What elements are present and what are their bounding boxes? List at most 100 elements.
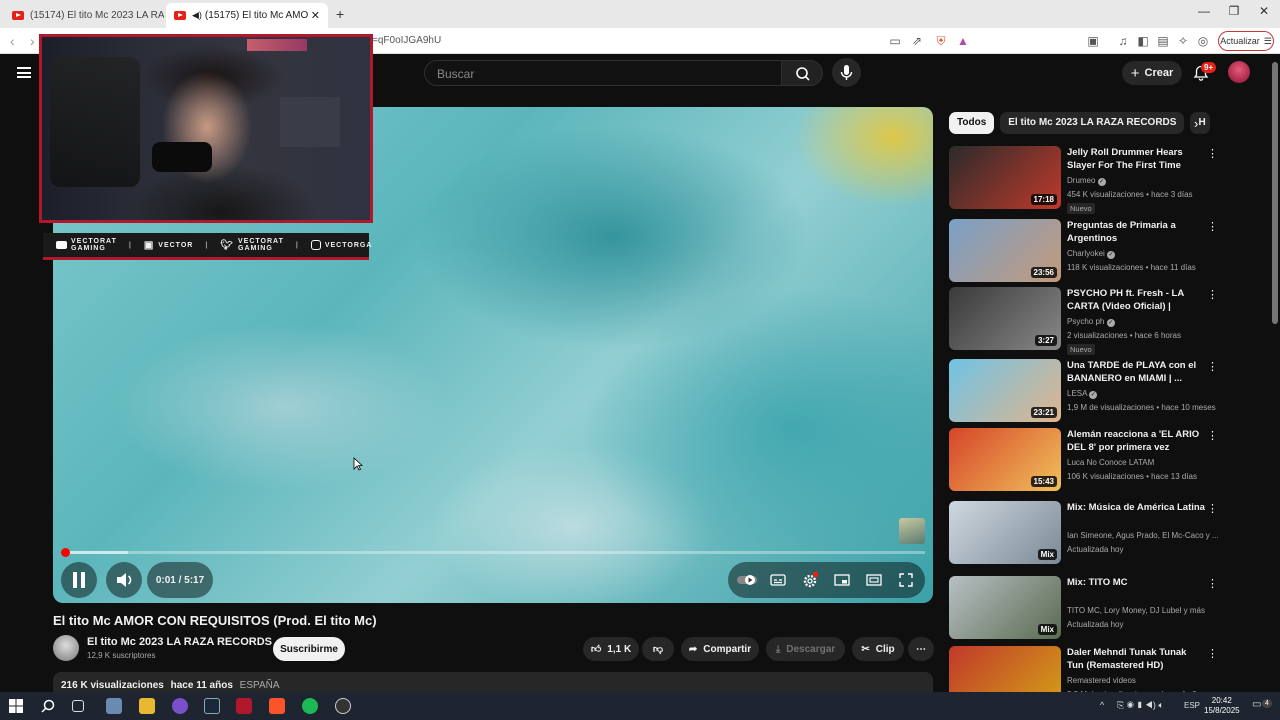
subtitles-icon[interactable] [770, 572, 786, 588]
brave-browser-icon[interactable] [269, 698, 285, 714]
recommendation-item[interactable]: 17:18 Jelly Roll Drummer Hears Slayer For… [949, 146, 1219, 214]
file-explorer-icon[interactable] [139, 698, 155, 714]
download-button[interactable]: ⤓ Descargar [766, 637, 845, 661]
search-input[interactable]: Buscar [424, 60, 782, 86]
more-vertical-icon[interactable]: ⋮ [1207, 361, 1218, 375]
recommendation-title[interactable]: Una TARDE de PLAYA con el BANANERO en MI… [1067, 359, 1205, 385]
account-avatar[interactable] [1228, 61, 1250, 83]
recommendation-item[interactable]: 23:21 Una TARDE de PLAYA con el BANANERO … [949, 359, 1219, 425]
dislike-button[interactable]: 👎︎ [642, 637, 674, 661]
recommendation-channel[interactable]: Ian Simeone, Agus Prado, El Mc-Caco y ..… [1067, 531, 1219, 540]
search-button[interactable] [781, 60, 823, 86]
recommendation-title[interactable]: Daler Mehndi Tunak Tunak Tun (Remastered… [1067, 646, 1205, 672]
new-tab-button[interactable]: + [336, 6, 344, 22]
video-thumbnail[interactable]: 23:21 [949, 359, 1061, 422]
more-vertical-icon[interactable]: ⋮ [1207, 578, 1218, 592]
vpn-icon[interactable]: ◎ [1196, 34, 1210, 48]
brave-rewards-icon[interactable]: ▲ [956, 34, 970, 48]
more-vertical-icon[interactable]: ⋮ [1207, 430, 1218, 444]
miniplayer-icon[interactable] [834, 572, 850, 588]
page-scrollbar[interactable] [1270, 54, 1280, 692]
minimize-button[interactable]: — [1188, 4, 1220, 18]
tray-app-icons[interactable]: ⎘ ◉ ▮ ◀) 🔈︎ [1117, 700, 1164, 711]
app-icon-red[interactable] [236, 698, 252, 714]
browser-tab[interactable]: (15174) El tito Mc 2023 LA RAZA RECORDS [4, 3, 164, 28]
tray-chevron-icon[interactable]: ^ [1100, 700, 1104, 710]
more-vertical-icon[interactable]: ⋮ [1207, 648, 1218, 662]
volume-button[interactable] [106, 562, 142, 598]
media-icon[interactable]: ♫ [1116, 34, 1130, 48]
create-button[interactable]: + Crear [1122, 61, 1182, 85]
channel-watermark[interactable] [899, 518, 925, 544]
recommendation-title[interactable]: PSYCHO PH ft. Fresh - LA CARTA (Video Of… [1067, 287, 1205, 314]
autoplay-toggle-icon[interactable] [736, 572, 758, 588]
recommendation-channel[interactable]: Remastered videos [1067, 676, 1136, 685]
pause-button[interactable] [61, 562, 97, 598]
share-page-icon[interactable]: ⇗ [910, 34, 924, 48]
video-thumbnail[interactable]: 15:43 [949, 428, 1061, 491]
back-icon[interactable]: ‹ [10, 33, 15, 49]
recommendation-item[interactable]: 3:27 PSYCHO PH ft. Fresh - LA CARTA (Vide… [949, 287, 1219, 355]
app-icon-desktop[interactable] [106, 698, 122, 714]
progress-bar[interactable] [65, 551, 925, 554]
share-button[interactable]: ➦ Compartir [681, 637, 759, 661]
voice-search-button[interactable] [832, 58, 861, 87]
forward-icon[interactable]: › [30, 33, 35, 49]
browser-tab-active[interactable]: ◀) (15175) El tito Mc AMOR CON REQUISITO… [166, 3, 328, 28]
more-vertical-icon[interactable]: ⋮ [1207, 221, 1218, 235]
steam-icon[interactable] [204, 698, 220, 714]
video-thumbnail[interactable]: 17:18 [949, 146, 1061, 209]
spotify-icon[interactable] [302, 698, 318, 714]
video-thumbnail[interactable]: 23:56 [949, 219, 1061, 282]
progress-scrubber[interactable] [61, 548, 70, 557]
input-language[interactable]: ESP [1184, 701, 1200, 710]
subscribe-button[interactable]: Suscribirme [273, 637, 345, 661]
more-vertical-icon[interactable]: ⋮ [1207, 289, 1218, 303]
system-clock[interactable]: 20:42 15/8/2025 [1204, 696, 1240, 716]
recommendation-channel[interactable]: Charlyokei ✓ [1067, 249, 1116, 259]
cast-icon[interactable]: ▭ [888, 34, 902, 48]
more-vertical-icon[interactable]: ⋮ [1207, 148, 1218, 162]
chevron-right-icon[interactable]: › [1194, 116, 1198, 131]
fullscreen-icon[interactable] [898, 572, 914, 588]
recommendation-channel[interactable]: LESA ✓ [1067, 389, 1098, 399]
theater-mode-icon[interactable] [866, 572, 882, 588]
brave-shield-icon[interactable]: ⛨ [934, 34, 948, 48]
guide-menu-icon[interactable] [17, 67, 31, 78]
recommendation-title[interactable]: Alemán reacciona a 'EL ARIO DEL 8' por p… [1067, 428, 1205, 454]
close-tab-icon[interactable]: ✕ [311, 9, 320, 22]
chip-all[interactable]: Todos [949, 112, 995, 134]
channel-avatar[interactable] [53, 635, 79, 661]
obs-icon[interactable] [335, 698, 351, 714]
recommendation-item[interactable]: Mix Mix: Música de América Latina Ian Sime… [949, 501, 1219, 567]
location-tag[interactable]: ESPAÑA [240, 680, 280, 691]
task-view-icon[interactable] [72, 700, 84, 712]
scrollbar-thumb[interactable] [1272, 62, 1278, 324]
like-button[interactable]: 👍︎ 1,1 K [583, 637, 639, 661]
recommendation-title[interactable]: Mix: TITO MC [1067, 576, 1205, 589]
recommendation-item[interactable]: 23:56 Preguntas de Primaria a Argentinos C… [949, 219, 1219, 285]
wallet-icon[interactable]: ▤ [1156, 34, 1170, 48]
notification-center-icon[interactable]: ▭ [1252, 699, 1261, 710]
recommendation-title[interactable]: Preguntas de Primaria a Argentinos [1067, 219, 1205, 245]
recommendation-title[interactable]: Mix: Música de América Latina [1067, 501, 1205, 514]
recommendation-channel[interactable]: Luca No Conoce LATAM [1067, 458, 1154, 467]
recommendation-item[interactable]: 15:43 Alemán reacciona a 'EL ARIO DEL 8' … [949, 428, 1219, 494]
recommendation-channel[interactable]: Drumeo ✓ [1067, 176, 1106, 186]
clip-button[interactable]: ✂ Clip [852, 637, 904, 661]
recommendation-channel[interactable]: TITO MC, Lory Money, DJ Lubel y más [1067, 606, 1205, 615]
recommendation-channel[interactable]: Psycho ph ✓ [1067, 317, 1115, 327]
video-thumbnail[interactable]: 3:27 [949, 287, 1061, 350]
recommendation-title[interactable]: Jelly Roll Drummer Hears Slayer For The … [1067, 146, 1205, 172]
windows-start-icon[interactable] [8, 698, 24, 714]
leo-ai-icon[interactable]: ✧ [1176, 34, 1190, 48]
recommendation-item[interactable]: Mix Mix: TITO MC TITO MC, Lory Money, DJ L… [949, 576, 1219, 642]
sidebar-icon[interactable]: ◧ [1136, 34, 1150, 48]
more-vertical-icon[interactable]: ⋮ [1207, 503, 1218, 517]
restore-button[interactable]: ❐ [1218, 4, 1250, 18]
chip-channel[interactable]: El tito Mc 2023 LA RAZA RECORDS [1000, 112, 1185, 134]
tab-search-icon[interactable]: ▣ [1086, 34, 1100, 48]
settings-gear-icon[interactable] [802, 572, 818, 588]
more-actions-button[interactable]: ⋯ [908, 637, 934, 661]
channel-name[interactable]: El tito Mc 2023 LA RAZA RECORDS [87, 636, 272, 648]
